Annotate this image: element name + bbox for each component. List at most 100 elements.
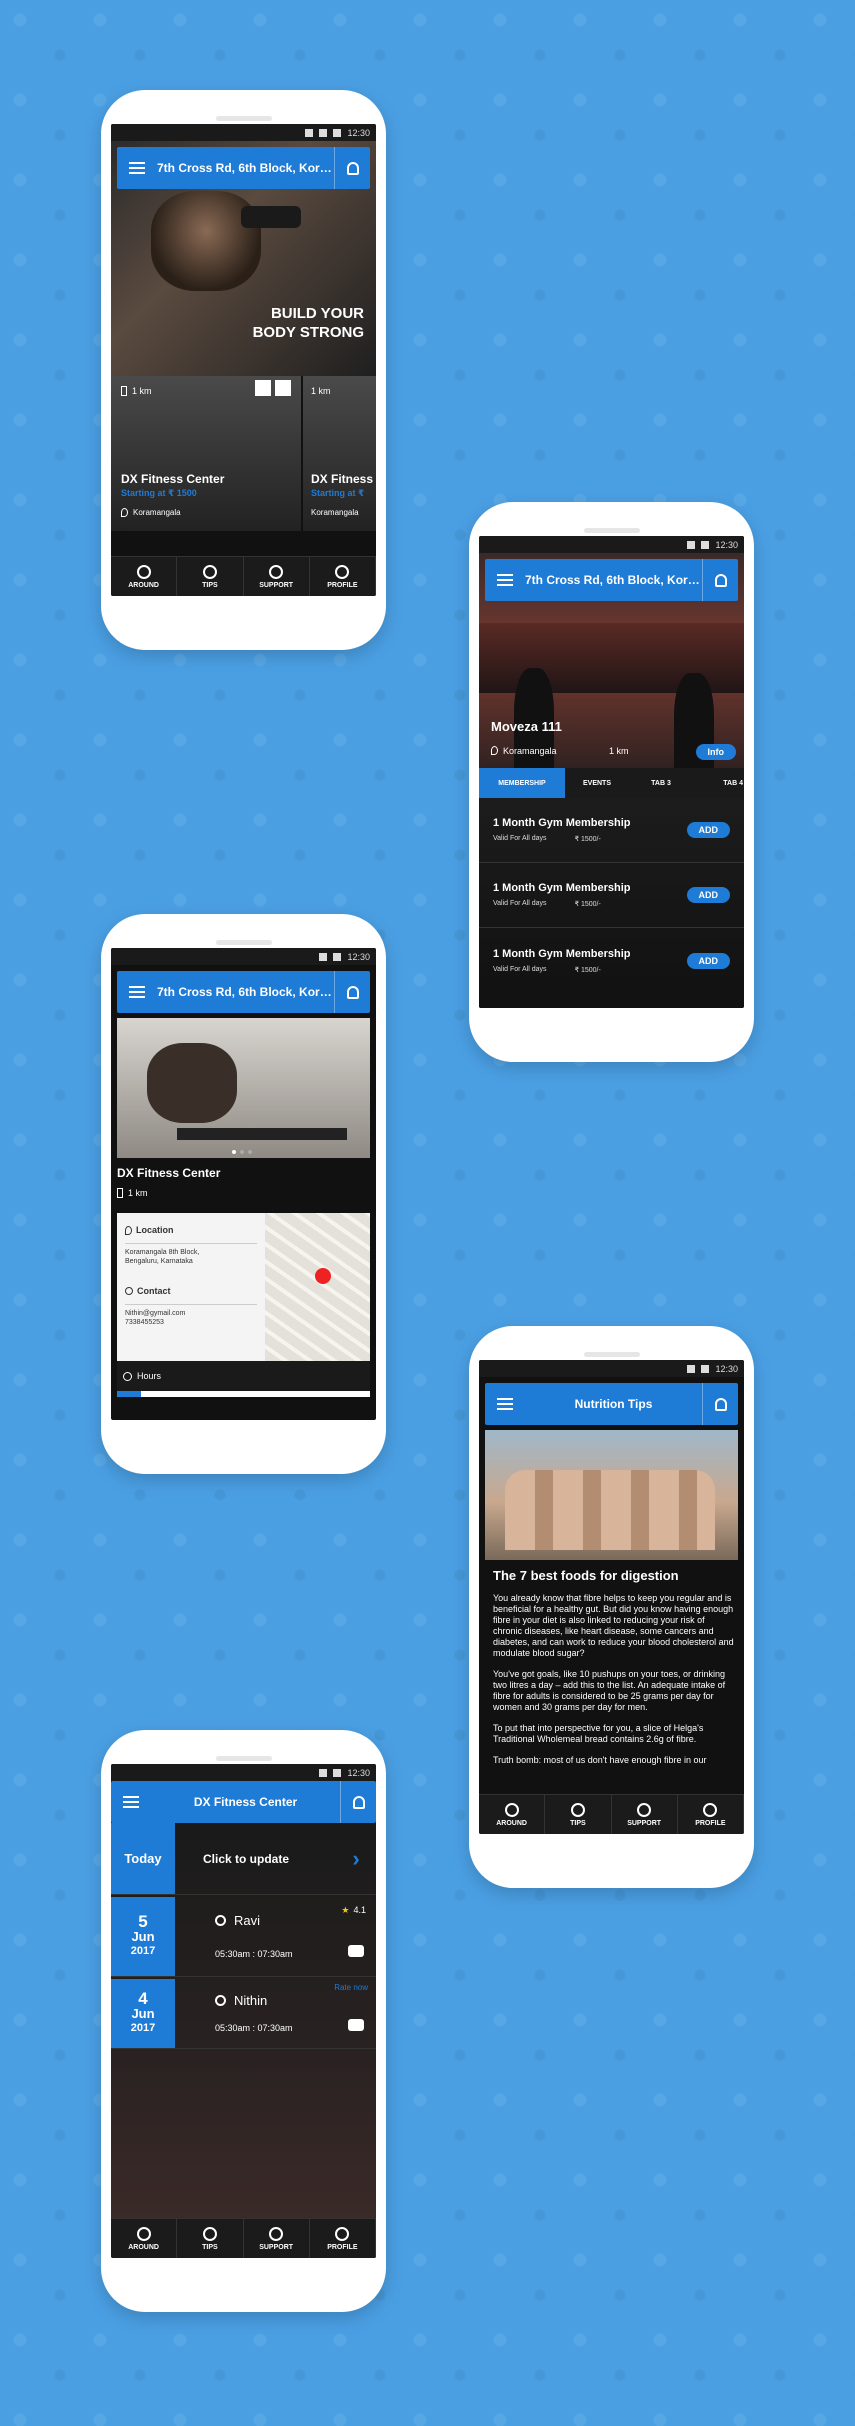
date-badge: 4 Jun 2017 xyxy=(111,1979,175,2048)
rate-now-link[interactable]: Rate now xyxy=(334,1983,368,1992)
date-year: 2017 xyxy=(130,2022,156,2034)
screen-gym-info: 12:30 7th Cross Rd, 6th Block, Koram... … xyxy=(111,948,376,1420)
tab-around[interactable]: AROUND xyxy=(111,557,178,596)
status-time: 12:30 xyxy=(347,951,370,962)
tab-support[interactable]: SUPPORT xyxy=(244,2219,310,2258)
bell-icon[interactable] xyxy=(340,1781,376,1823)
menu-icon[interactable] xyxy=(485,574,525,586)
battery-icon xyxy=(333,952,342,961)
tab-label: TIPS xyxy=(202,581,218,589)
status-time: 12:30 xyxy=(347,127,370,138)
contact-heading: Contact xyxy=(125,1286,257,1296)
contact-phone[interactable]: 7338455253 xyxy=(125,1318,257,1327)
session-row[interactable]: 5 Jun 2017 Ravi 05:30am : 07:30am ★ 4.1 xyxy=(111,1897,376,1977)
timer-icon xyxy=(215,1995,226,2006)
gym-distance: 1 km xyxy=(117,1188,148,1198)
tab-profile[interactable]: PROFILE xyxy=(678,1795,744,1834)
wifi-icon xyxy=(319,1768,328,1777)
tab-tips[interactable]: TIPS xyxy=(177,2219,244,2258)
location-heading: Location xyxy=(125,1225,257,1235)
contact-value: Nithin@gymail.com 7338455253 xyxy=(125,1304,257,1327)
hero-tagline: BUILD YOUR BODY STRONG xyxy=(253,304,364,342)
heartbeat-icon xyxy=(202,2226,217,2241)
gym-price: Starting at ₹ 1500 xyxy=(121,488,197,498)
session-row[interactable]: 4 Jun 2017 Nithin 05:30am : 07:30am Rate… xyxy=(111,1979,376,2049)
bell-icon[interactable] xyxy=(334,147,370,189)
app-bar: 7th Cross Rd, 6th Block, Koram... xyxy=(485,559,738,601)
speaker xyxy=(215,940,272,945)
battery-icon xyxy=(701,1364,710,1373)
tab-around[interactable]: AROUND xyxy=(479,1795,546,1834)
bell-icon[interactable] xyxy=(702,559,738,601)
trainer-photo xyxy=(117,1018,370,1158)
menu-icon[interactable] xyxy=(117,162,157,174)
location-title[interactable]: 7th Cross Rd, 6th Block, Koram... xyxy=(157,161,334,175)
tab-tips[interactable]: TIPS xyxy=(177,557,244,596)
add-button[interactable]: ADD xyxy=(686,887,730,903)
workout-icon xyxy=(348,1945,364,1957)
contact-email[interactable]: Nithin@gymail.com xyxy=(125,1309,257,1318)
membership-row: 1 Month Gym Membership Valid For All days… xyxy=(479,863,744,928)
tab-4[interactable]: TAB 4 xyxy=(693,768,743,798)
date-year: 2017 xyxy=(130,1945,156,1957)
menu-icon[interactable] xyxy=(117,986,157,998)
wifi-icon xyxy=(687,1364,696,1373)
membership-valid: Valid For All days xyxy=(493,900,547,907)
location-line-1: Koramangala 8th Block, xyxy=(125,1249,200,1256)
tab-events[interactable]: EVENTS xyxy=(565,768,629,798)
membership-name: 1 Month Gym Membership xyxy=(493,817,631,829)
gym-price: Starting at ₹ xyxy=(311,488,365,498)
screen-nutrition: 12:30 Nutrition Tips The 7 best foods fo… xyxy=(479,1360,744,1834)
phone-schedule: 12:30 DX Fitness Center Today Click to u… xyxy=(101,1730,386,2312)
map-view[interactable] xyxy=(265,1213,370,1361)
workout-icon xyxy=(348,2019,364,2031)
gym-card-next[interactable]: 1 km DX Fitness Starting at ₹ Koramangal… xyxy=(303,376,376,531)
phone-gym-info: 12:30 7th Cross Rd, 6th Block, Koram... … xyxy=(101,914,386,1474)
article-headline: The 7 best foods for digestion xyxy=(493,1568,679,1583)
speaker xyxy=(583,1352,640,1357)
bell-icon[interactable] xyxy=(702,1383,738,1425)
info-button[interactable]: Info xyxy=(695,742,736,760)
tab-label: AROUND xyxy=(128,2243,159,2251)
menu-icon[interactable] xyxy=(111,1796,151,1808)
app-bar: DX Fitness Center xyxy=(111,1781,376,1823)
tab-tips[interactable]: TIPS xyxy=(545,1795,612,1834)
tab-support[interactable]: SUPPORT xyxy=(244,557,310,596)
today-row[interactable]: Today Click to update › xyxy=(111,1823,376,1895)
carousel-dots[interactable] xyxy=(231,1150,252,1154)
tab-profile[interactable]: PROFILE xyxy=(310,557,376,596)
article-body: The 7 best foods for digestion You alrea… xyxy=(493,1568,734,1792)
hero-line-1: BUILD YOUR xyxy=(270,305,364,322)
menu-icon[interactable] xyxy=(485,1398,525,1410)
location-title[interactable]: 7th Cross Rd, 6th Block, Koram... xyxy=(157,985,334,999)
tab-support[interactable]: SUPPORT xyxy=(612,1795,678,1834)
hours-row[interactable]: Hours xyxy=(117,1361,370,1391)
tab-profile[interactable]: PROFILE xyxy=(310,2219,376,2258)
map-pin-icon[interactable] xyxy=(315,1268,331,1284)
add-button[interactable]: ADD xyxy=(686,822,730,838)
trainer-name: Ravi xyxy=(234,1913,261,1928)
clock-icon xyxy=(123,1371,132,1381)
location-label: Location xyxy=(136,1225,174,1235)
user-icon xyxy=(335,564,350,579)
battery-icon xyxy=(701,540,710,549)
tab-3[interactable]: TAB 3 xyxy=(629,768,693,798)
area-text: Koramangala xyxy=(311,508,359,517)
gym-name: DX Fitness xyxy=(311,472,374,486)
tab-around[interactable]: AROUND xyxy=(111,2219,178,2258)
date-day: 4 xyxy=(138,1989,148,2008)
session-time: 05:30am : 07:30am xyxy=(215,1949,293,1959)
dumbbell-graphic xyxy=(241,206,301,228)
bottom-tab-bar: AROUND TIPS SUPPORT PROFILE xyxy=(479,1794,744,1834)
chevron-right-icon[interactable]: › xyxy=(336,1823,376,1894)
tab-membership[interactable]: MEMBERSHIP xyxy=(479,768,565,798)
add-button[interactable]: ADD xyxy=(686,952,730,969)
detail-tabs: MEMBERSHIP EVENTS TAB 3 TAB 4 xyxy=(479,768,744,798)
rating-value: 4.1 xyxy=(353,1905,366,1915)
date-month: Jun xyxy=(131,2006,155,2021)
gym-card[interactable]: 1 km DX Fitness Center Starting at ₹ 150… xyxy=(111,376,301,531)
location-title[interactable]: 7th Cross Rd, 6th Block, Koram... xyxy=(525,573,702,587)
bell-icon[interactable] xyxy=(334,971,370,1013)
gym-name: DX Fitness Center xyxy=(121,472,225,486)
lock-icon xyxy=(275,380,291,396)
